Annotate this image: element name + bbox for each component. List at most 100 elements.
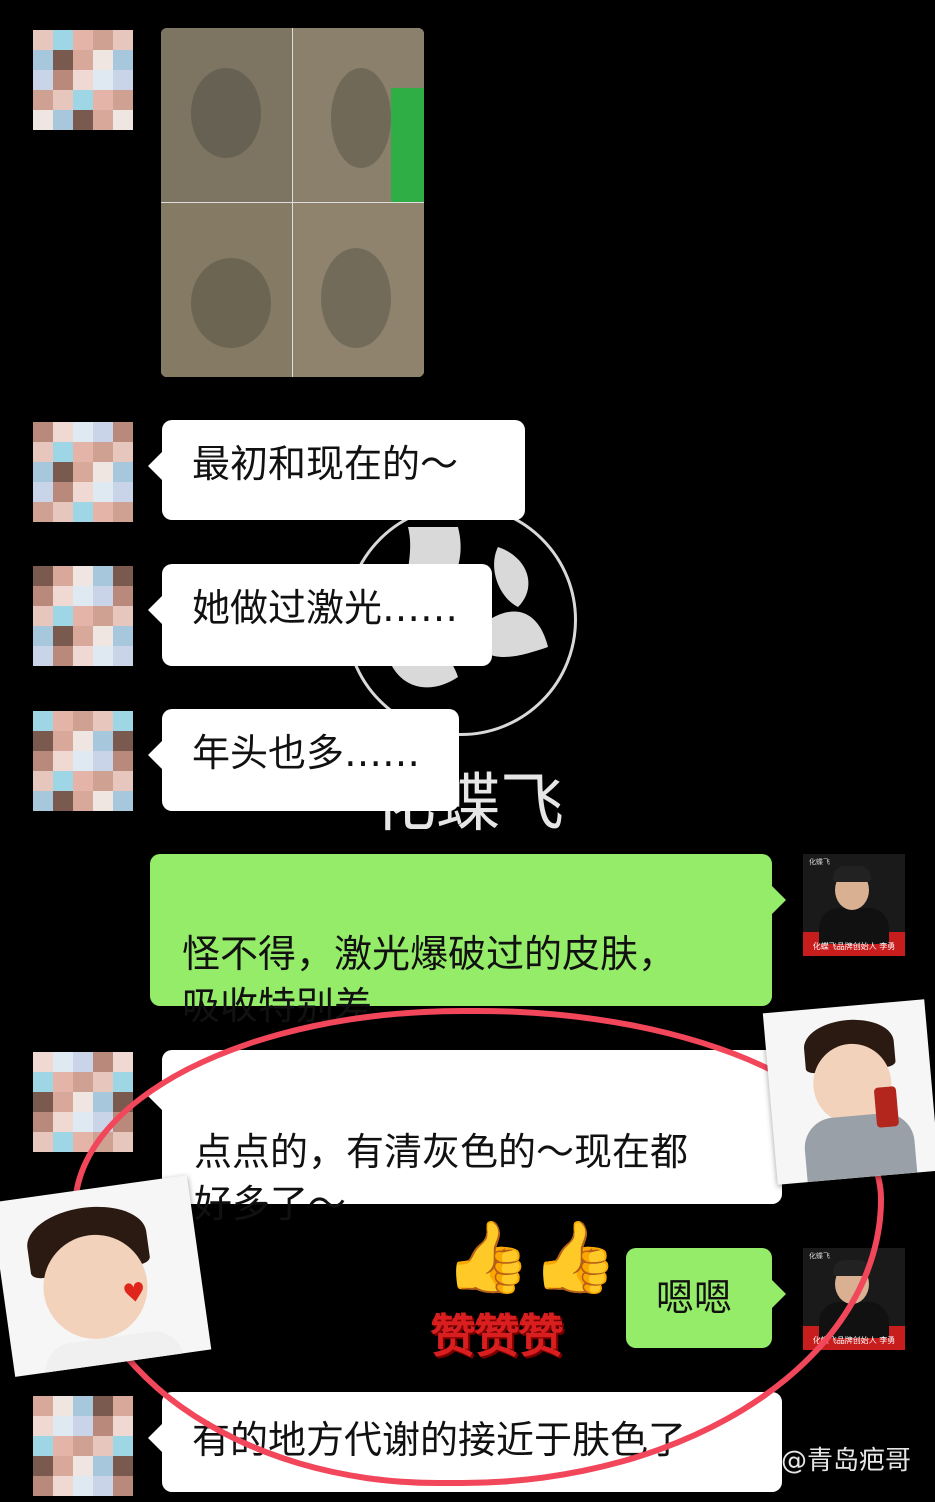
contact-avatar[interactable] — [33, 566, 133, 666]
avatar-pixel — [93, 1416, 113, 1436]
avatar-pixel — [53, 1456, 73, 1476]
avatar-pixel — [33, 1052, 53, 1072]
avatar-pixel — [53, 1436, 73, 1456]
avatar-pixel — [93, 626, 113, 646]
zhihu-watermark: 知乎 @青岛疤哥 — [720, 1446, 911, 1476]
message-image[interactable] — [161, 28, 424, 377]
avatar-pixel — [33, 1476, 53, 1496]
avatar-pixel — [73, 110, 93, 130]
avatar-pixel — [33, 1436, 53, 1456]
my-avatar[interactable]: 化蝶飞 化蝶飞品牌创始人 李勇 — [803, 854, 905, 956]
avatar-pixel — [53, 1396, 73, 1416]
contact-avatar[interactable] — [33, 711, 133, 811]
avatar-pixel — [73, 1456, 93, 1476]
avatar-pixel — [53, 711, 73, 731]
avatar-pixel — [53, 1052, 73, 1072]
avatar-pixel — [53, 751, 73, 771]
avatar-pixel — [93, 731, 113, 751]
avatar-pixel — [33, 1456, 53, 1476]
avatar-pixel — [113, 566, 133, 586]
avatar-pixel — [33, 30, 53, 50]
avatar-pixel — [33, 731, 53, 751]
avatar-pixel — [53, 731, 73, 751]
avatar-pixel — [33, 1092, 53, 1112]
avatar-pixel — [113, 422, 133, 442]
avatar-pixel — [93, 1092, 113, 1112]
avatar-pixel — [33, 1396, 53, 1416]
avatar-pixel — [113, 731, 133, 751]
avatar-pixel — [73, 30, 93, 50]
avatar-pixel — [73, 1416, 93, 1436]
avatar-pixel — [53, 110, 73, 130]
contact-avatar[interactable] — [33, 422, 133, 522]
avatar-pixel — [73, 1476, 93, 1496]
avatar-pixel — [93, 422, 113, 442]
avatar-pixel — [33, 442, 53, 462]
contact-avatar[interactable] — [33, 30, 133, 130]
avatar-caption: 化蝶飞品牌创始人 李勇 — [812, 942, 896, 951]
avatar-pixel — [53, 566, 73, 586]
avatar-pixel — [33, 482, 53, 502]
contact-avatar[interactable] — [33, 1396, 133, 1496]
avatar-pixel — [53, 70, 73, 90]
message-bubble[interactable]: 最初和现在的～ — [148, 420, 525, 520]
avatar-pixel — [53, 626, 73, 646]
avatar-pixel — [73, 70, 93, 90]
avatar-pixel — [53, 1416, 73, 1436]
avatar-pixel — [113, 771, 133, 791]
avatar-pixel — [73, 1112, 93, 1132]
avatar-pixel — [113, 791, 133, 811]
avatar-pixel — [53, 1112, 73, 1132]
avatar-pixel — [113, 606, 133, 626]
avatar-pixel — [73, 482, 93, 502]
avatar-pixel — [33, 791, 53, 811]
avatar-pixel — [113, 1072, 133, 1092]
avatar-pixel — [113, 502, 133, 522]
avatar-pixel — [53, 482, 73, 502]
avatar-pixel — [33, 1112, 53, 1132]
avatar-pixel — [73, 791, 93, 811]
avatar-pixel — [93, 30, 113, 50]
avatar-pixel — [93, 1072, 113, 1092]
avatar-pixel — [33, 606, 53, 626]
avatar-pixel — [53, 646, 73, 666]
avatar-pixel — [93, 462, 113, 482]
avatar-pixel — [33, 771, 53, 791]
avatar-pixel — [93, 1476, 113, 1496]
avatar-pixel — [53, 442, 73, 462]
avatar-pixel — [33, 711, 53, 731]
avatar-pixel — [33, 422, 53, 442]
avatar-pixel — [113, 90, 133, 110]
avatar-pixel — [73, 442, 93, 462]
avatar-pixel — [73, 502, 93, 522]
avatar-pixel — [73, 462, 93, 482]
avatar-pixel — [93, 566, 113, 586]
message-bubble-mine[interactable]: 怪不得，激光爆破过的皮肤， 吸收特别差 — [150, 854, 786, 1028]
avatar-pixel — [113, 1052, 133, 1072]
avatar-pixel — [53, 30, 73, 50]
avatar-pixel — [113, 110, 133, 130]
avatar-pixel — [33, 1132, 53, 1152]
avatar-pixel — [73, 626, 93, 646]
avatar-pixel — [113, 50, 133, 70]
avatar-pixel — [73, 751, 93, 771]
avatar-pixel — [93, 751, 113, 771]
heart-icon: ♥ — [120, 1277, 149, 1310]
avatar-pixel — [113, 1416, 133, 1436]
avatar-pixel — [33, 462, 53, 482]
message-text: 最初和现在的～ — [192, 442, 459, 486]
message-bubble[interactable]: 她做过激光…… — [148, 564, 492, 666]
message-bubble[interactable]: 年头也多…… — [148, 709, 459, 811]
avatar-pixel — [93, 1436, 113, 1456]
avatar-pixel — [33, 70, 53, 90]
avatar-pixel — [93, 1456, 113, 1476]
avatar-pixel — [93, 646, 113, 666]
avatar-pixel — [33, 566, 53, 586]
avatar-pixel — [33, 90, 53, 110]
avatar-pixel — [93, 70, 113, 90]
avatar-pixel — [73, 1436, 93, 1456]
avatar-pixel — [113, 70, 133, 90]
avatar-pixel — [93, 90, 113, 110]
avatar-pixel — [33, 502, 53, 522]
avatar-pixel — [73, 771, 93, 791]
